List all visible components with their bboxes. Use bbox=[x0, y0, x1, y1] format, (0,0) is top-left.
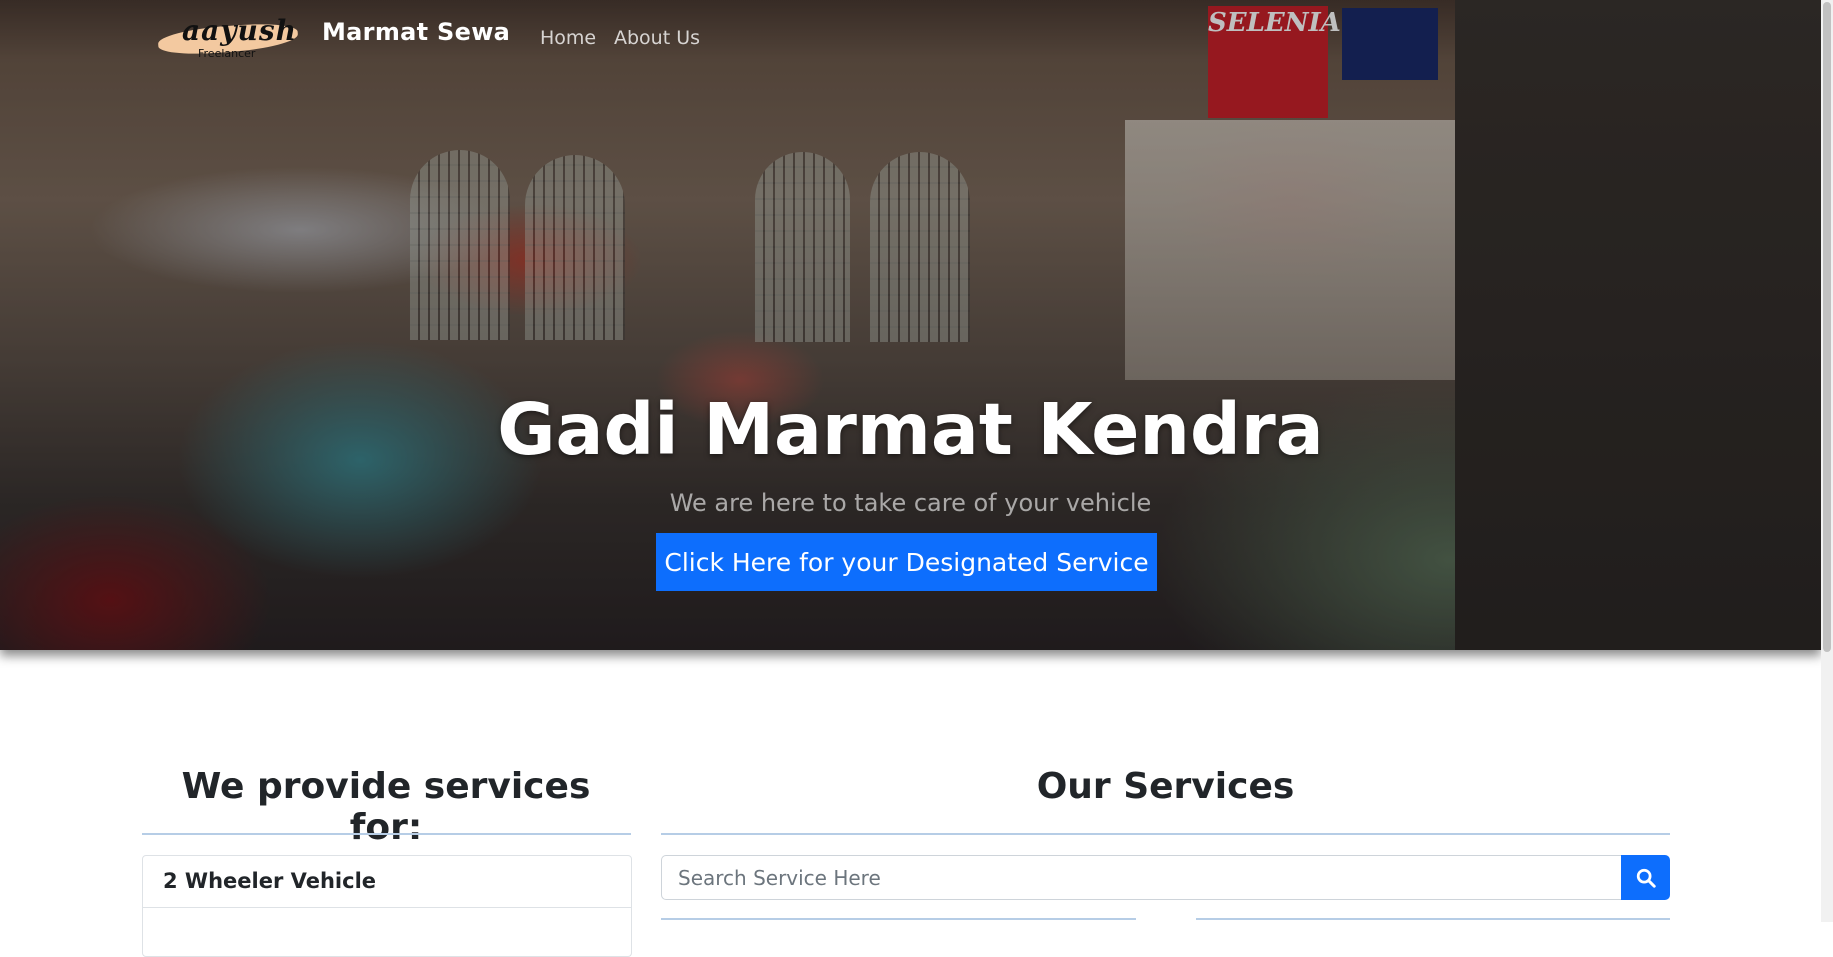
logo-subtext: Freelancer bbox=[198, 47, 256, 60]
nav-link-home[interactable]: Home bbox=[540, 27, 596, 49]
designated-service-button[interactable]: Click Here for your Designated Service bbox=[656, 533, 1157, 591]
services-divider bbox=[661, 833, 1670, 835]
vehicles-heading: We provide services for: bbox=[181, 766, 591, 848]
nav-link-about-us[interactable]: About Us bbox=[614, 27, 700, 49]
hero-subtitle: We are here to take care of your vehicle bbox=[669, 489, 1152, 517]
search-icon bbox=[1636, 868, 1656, 888]
vehicle-item-label: 2 Wheeler Vehicle bbox=[163, 869, 377, 893]
vehicle-list: 2 Wheeler Vehicle bbox=[142, 855, 632, 957]
brand-link[interactable]: Marmat Sewa bbox=[322, 18, 510, 46]
vehicle-list-item[interactable]: 2 Wheeler Vehicle bbox=[143, 856, 631, 908]
logo-text: aayush bbox=[182, 14, 298, 47]
hero-title: Gadi Marmat Kendra bbox=[497, 388, 1324, 471]
logo[interactable]: aayush Freelancer bbox=[157, 14, 303, 60]
service-card-edge bbox=[1196, 918, 1670, 924]
search-input[interactable] bbox=[661, 855, 1621, 900]
hero-banner: SELENIA aayush Freelancer Marmat Sewa Ho… bbox=[0, 0, 1821, 650]
service-search bbox=[661, 855, 1670, 902]
services-heading: Our Services bbox=[1036, 766, 1295, 807]
search-button[interactable] bbox=[1621, 855, 1670, 900]
scrollbar[interactable] bbox=[1821, 0, 1833, 922]
navbar: aayush Freelancer Marmat Sewa Home About… bbox=[0, 0, 1821, 75]
vehicles-divider bbox=[142, 833, 631, 835]
scrollbar-thumb[interactable] bbox=[1823, 2, 1831, 652]
service-card-edge bbox=[661, 918, 1136, 924]
